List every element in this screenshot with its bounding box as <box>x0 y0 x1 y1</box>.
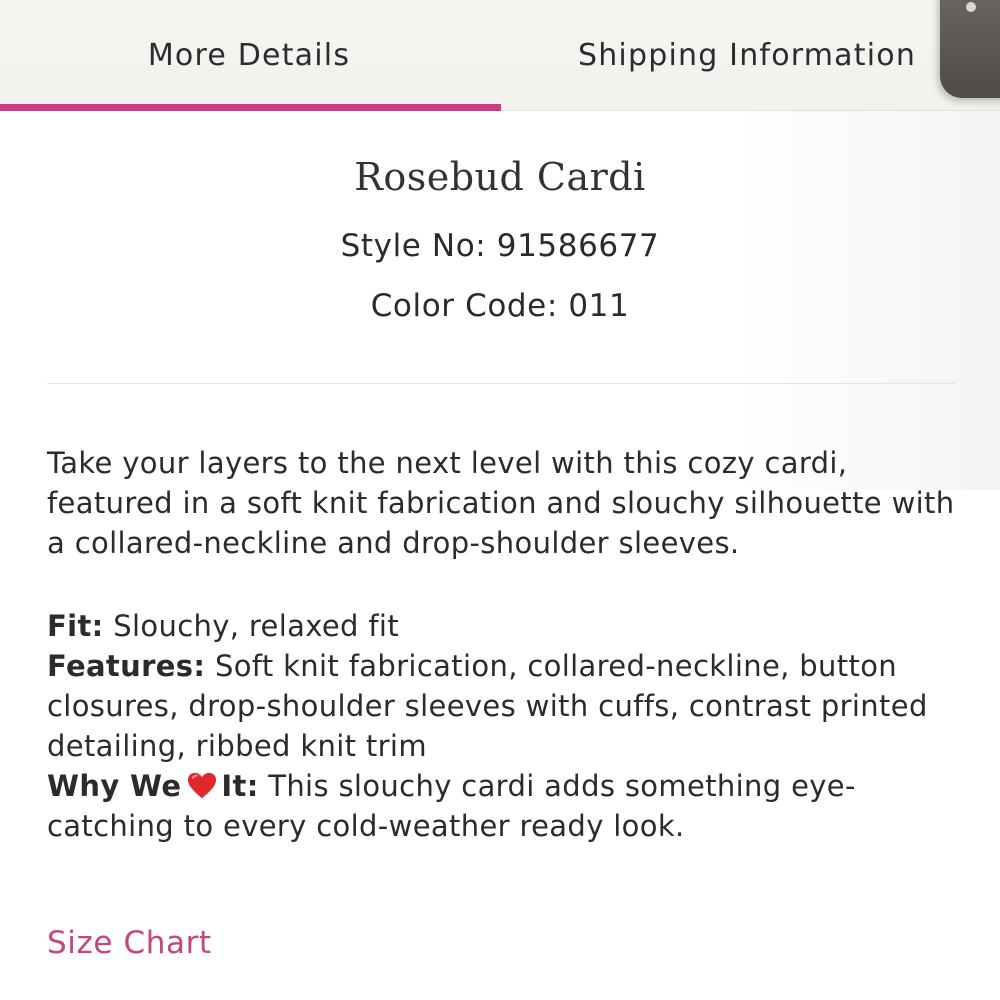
why-we-love-it-row: Why We It: This slouchy cardi adds someth… <box>47 766 957 846</box>
product-details-list: Fit: Slouchy, relaxed fit Features: Soft… <box>47 606 957 846</box>
style-number: Style No: 91586677 <box>340 228 660 264</box>
features-row: Features: Soft knit fabrication, collare… <box>47 646 957 766</box>
active-tab-indicator <box>0 104 501 111</box>
tab-more-details-label: More Details <box>147 37 351 73</box>
why-label-start: Why We <box>47 769 182 803</box>
heart-icon <box>187 771 217 801</box>
section-divider <box>47 383 955 384</box>
tab-shipping-information[interactable]: Shipping Information <box>500 0 1000 110</box>
features-label: Features: <box>47 649 206 683</box>
tab-shipping-information-label: Shipping Information <box>577 37 917 73</box>
fit-row: Fit: Slouchy, relaxed fit <box>47 606 957 646</box>
product-details-page: More Details Shipping Information Rosebu… <box>0 0 1000 1000</box>
tab-bar: More Details Shipping Information <box>0 0 1000 111</box>
tab-more-details[interactable]: More Details <box>0 0 500 110</box>
product-title: Rosebud Cardi <box>354 155 646 199</box>
fit-label: Fit: <box>47 609 104 643</box>
floating-control-handle[interactable] <box>940 0 1000 98</box>
size-chart-link[interactable]: Size Chart <box>47 925 212 961</box>
color-code: Color Code: 011 <box>370 288 630 324</box>
fit-value: Slouchy, relaxed fit <box>113 609 400 643</box>
product-description: Take your layers to the next level with … <box>47 446 955 560</box>
why-label-end: It: <box>221 769 259 803</box>
